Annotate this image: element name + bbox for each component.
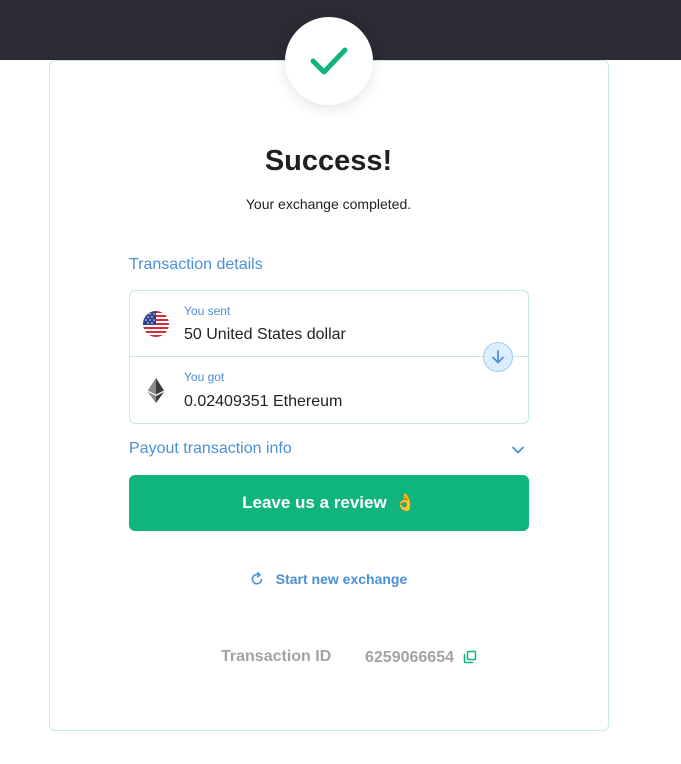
got-label: You got (184, 370, 225, 384)
transaction-details-box: You sent 50 United States dollar You got… (129, 290, 529, 424)
leave-review-label: Leave us a review (242, 493, 387, 512)
refresh-icon (251, 572, 263, 585)
start-new-exchange-link[interactable]: Start new exchange (0, 571, 657, 587)
success-check-badge (285, 17, 373, 105)
chevron-down-icon (512, 446, 524, 454)
checkmark-icon (310, 47, 348, 75)
us-flag-icon (143, 311, 169, 337)
start-new-exchange-label: Start new exchange (275, 571, 408, 587)
sent-value: 50 United States dollar (184, 326, 346, 343)
copy-icon[interactable] (463, 650, 477, 664)
swap-direction-button[interactable] (483, 342, 513, 372)
ok-hand-icon: 👌 (394, 493, 416, 512)
leave-review-button[interactable]: Leave us a review 👌 (129, 475, 529, 531)
payout-info-label: Payout transaction info (129, 440, 292, 457)
sent-label: You sent (184, 304, 231, 318)
transaction-id-label: Transaction ID (221, 648, 332, 665)
arrow-down-icon (492, 350, 504, 364)
details-divider (130, 356, 528, 357)
payout-info-toggle[interactable]: Payout transaction info (129, 440, 529, 460)
ethereum-icon (148, 378, 164, 403)
page-subtitle: Your exchange completed. (245, 196, 412, 212)
transaction-details-heading: Transaction details (129, 256, 263, 273)
got-value: 0.02409351 Ethereum (184, 393, 343, 410)
transaction-id-value: 6259066654 (365, 649, 454, 666)
page-title: Success! (264, 145, 393, 177)
